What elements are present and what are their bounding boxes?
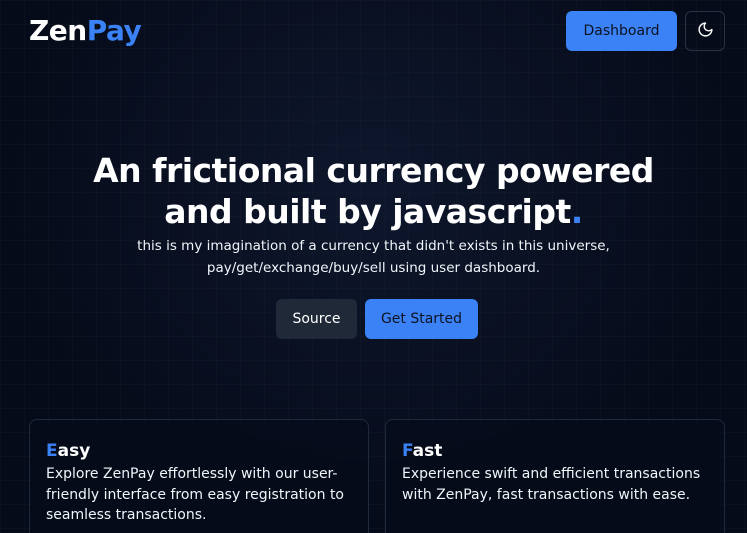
feature-card-fast: Fast Experience swift and efficient tran… bbox=[385, 419, 725, 533]
theme-toggle-button[interactable] bbox=[685, 11, 725, 51]
landing-page: ZenPay Dashboard An frictional currency … bbox=[0, 0, 747, 533]
hero-title-line-1: An frictional currency powered bbox=[93, 151, 654, 190]
hero-subtitle-line-2: pay/get/exchange/buy/sell using user das… bbox=[206, 260, 541, 276]
hero-title-line-2-text: and built by javascript bbox=[164, 192, 571, 231]
feature-title-rest: ast bbox=[412, 441, 443, 461]
hero-subtitle-line-1: this is my imagination of a currency tha… bbox=[137, 238, 610, 254]
feature-title-initial: F bbox=[402, 441, 413, 461]
hero-title: An frictional currency powered and built… bbox=[0, 150, 747, 232]
get-started-button[interactable]: Get Started bbox=[365, 299, 478, 339]
feature-title-rest: asy bbox=[57, 441, 91, 461]
moon-icon bbox=[697, 21, 714, 41]
feature-card-title: Easy bbox=[46, 440, 352, 462]
source-button[interactable]: Source bbox=[276, 299, 357, 339]
hero-subtitle: this is my imagination of a currency tha… bbox=[0, 235, 747, 279]
hero-title-line-2: and built by javascript. bbox=[0, 191, 747, 232]
feature-card-text: Explore ZenPay effortlessly with our use… bbox=[46, 466, 344, 523]
feature-title-initial: E bbox=[46, 441, 58, 461]
logo-text-main: Zen bbox=[29, 14, 87, 47]
hero-title-dot: . bbox=[570, 192, 584, 231]
feature-card-text: Experience swift and efficient transacti… bbox=[402, 466, 701, 503]
dashboard-button[interactable]: Dashboard bbox=[566, 11, 677, 51]
logo-text-accent: Pay bbox=[86, 14, 142, 47]
feature-card-easy: Easy Explore ZenPay effortlessly with ou… bbox=[29, 419, 369, 533]
feature-card-title: Fast bbox=[402, 440, 708, 462]
logo[interactable]: ZenPay bbox=[29, 13, 142, 49]
